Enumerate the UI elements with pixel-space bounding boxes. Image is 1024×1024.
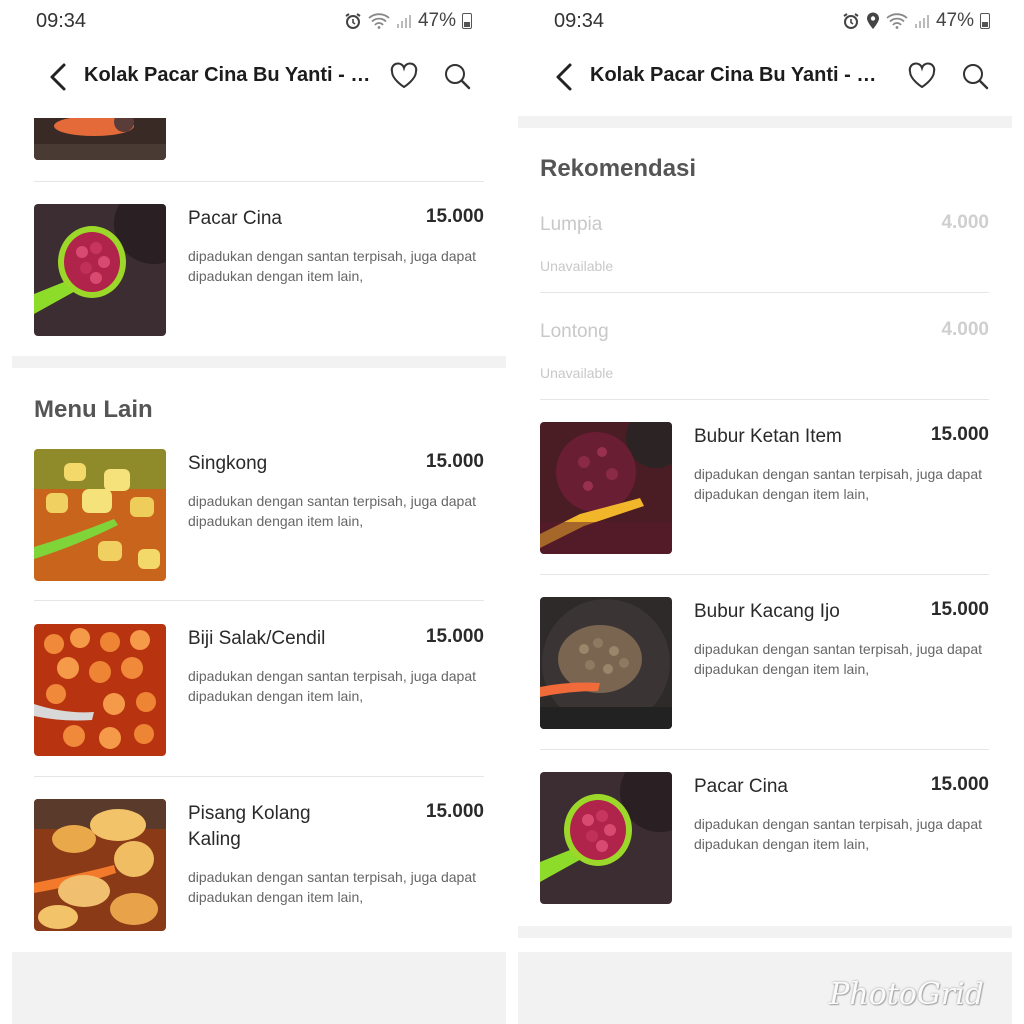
battery-percent: 47% xyxy=(417,10,456,31)
menu-item-lontong: Lontong 4.000 Unavailable xyxy=(540,317,989,381)
section-title-rekomendasi: Rekomendasi xyxy=(540,155,697,182)
item-name: Lumpia xyxy=(540,214,603,235)
item-price: 4.000 xyxy=(941,212,989,233)
item-description: dipadukan dengan santan terpisah, juga d… xyxy=(694,641,983,677)
status-icons: 47% xyxy=(344,10,472,32)
item-divider xyxy=(34,776,484,777)
search-icon[interactable] xyxy=(960,60,990,92)
item-divider xyxy=(34,181,484,182)
item-description: dipadukan dengan santan terpisah, juga d… xyxy=(188,869,477,905)
item-description: dipadukan dengan santan terpisah, juga d… xyxy=(188,493,477,529)
battery-percent: 47% xyxy=(935,10,974,31)
app-bar: Kolak Pacar Cina Bu Yanti - Ta... xyxy=(0,52,506,100)
item-image xyxy=(34,204,166,336)
menu-item-bubur-kacang-ijo[interactable]: Bubur Kacang Ijo 15.000 dipadukan dengan… xyxy=(540,597,989,729)
item-image xyxy=(540,772,672,904)
status-bar: 09:34 47% xyxy=(0,0,506,44)
item-name: Pacar Cina xyxy=(188,208,282,229)
wifi-icon xyxy=(886,13,908,29)
item-price: 15.000 xyxy=(425,206,484,227)
back-arrow-icon[interactable] xyxy=(552,62,578,92)
menu-item-bubur-ketan-item[interactable]: Bubur Ketan Item 15.000 dipadukan dengan… xyxy=(540,422,989,554)
item-price: 15.000 xyxy=(425,626,484,647)
item-name: Bubur Kacang Ijo xyxy=(694,601,840,622)
item-price: 15.000 xyxy=(930,424,989,445)
restaurant-title: Kolak Pacar Cina Bu Yanti - Ta... xyxy=(590,64,880,86)
item-name: Biji Salak/Cendil xyxy=(188,628,326,649)
menu-item-pacar-cina[interactable]: Pacar Cina 15.000 dipadukan dengan santa… xyxy=(540,772,989,904)
restaurant-title: Kolak Pacar Cina Bu Yanti - Ta... xyxy=(84,64,374,86)
search-icon[interactable] xyxy=(442,60,472,92)
item-price: 15.000 xyxy=(425,801,484,822)
item-image xyxy=(34,799,166,931)
item-divider xyxy=(540,749,989,750)
battery-icon xyxy=(980,13,990,29)
alarm-icon xyxy=(345,13,361,29)
menu-item-singkong[interactable]: Singkong 15.000 dipadukan dengan santan … xyxy=(34,449,484,581)
bottom-bar xyxy=(12,952,506,1024)
alarm-icon xyxy=(843,13,859,29)
heart-icon[interactable] xyxy=(906,60,938,92)
signal-icon xyxy=(396,15,411,28)
unavailable-label: Unavailable xyxy=(540,365,614,381)
left-screen: 09:34 47% Kolak Pacar Cina Bu Yanti - Ta… xyxy=(0,0,506,1024)
item-price: 15.000 xyxy=(425,451,484,472)
unavailable-label: Unavailable xyxy=(540,258,614,274)
item-price: 15.000 xyxy=(930,599,989,620)
item-name: Bubur Ketan Item xyxy=(694,426,842,447)
item-name: Pacar Cina xyxy=(694,776,788,797)
right-screen: 09:34 47% Kolak Pacar Cina Bu Yanti - Ta… xyxy=(518,0,1024,1024)
item-image xyxy=(540,422,672,554)
heart-icon[interactable] xyxy=(388,60,420,92)
item-image xyxy=(540,597,672,729)
item-description: dipadukan dengan santan terpisah, juga d… xyxy=(188,248,477,284)
item-divider xyxy=(540,399,989,400)
item-price: 15.000 xyxy=(930,774,989,795)
signal-icon xyxy=(914,15,929,28)
item-description: dipadukan dengan santan terpisah, juga d… xyxy=(694,816,983,852)
menu-item-pacar-cina[interactable]: Pacar Cina 15.000 dipadukan dengan santa… xyxy=(34,204,484,336)
panel-gutter xyxy=(506,0,518,1024)
location-icon xyxy=(866,12,879,29)
item-divider xyxy=(540,574,989,575)
status-icons: 47% xyxy=(842,10,990,32)
status-time: 09:34 xyxy=(36,10,87,32)
partial-item-image xyxy=(34,118,166,160)
item-divider xyxy=(540,292,989,293)
item-description: dipadukan dengan santan terpisah, juga d… xyxy=(188,668,477,704)
photogrid-watermark: PhotoGrid xyxy=(829,977,984,1012)
item-image xyxy=(34,624,166,756)
back-arrow-icon[interactable] xyxy=(46,62,72,92)
status-bar: 09:34 47% xyxy=(518,0,1024,44)
section-title-menu-lain: Menu Lain xyxy=(34,396,153,423)
section-divider xyxy=(518,116,1012,128)
item-image xyxy=(34,449,166,581)
app-bar: Kolak Pacar Cina Bu Yanti - Ta... xyxy=(518,52,1024,100)
menu-item-biji-salak[interactable]: Biji Salak/Cendil 15.000 dipadukan denga… xyxy=(34,624,484,756)
item-divider xyxy=(34,600,484,601)
item-name: Pisang Kolang Kaling xyxy=(188,803,311,850)
menu-item-lumpia: Lumpia 4.000 Unavailable xyxy=(540,210,989,274)
item-price: 4.000 xyxy=(941,319,989,340)
item-description: dipadukan dengan santan terpisah, juga d… xyxy=(694,466,983,502)
wifi-icon xyxy=(368,13,390,29)
item-name: Singkong xyxy=(188,453,268,474)
status-time: 09:34 xyxy=(554,10,605,32)
battery-icon xyxy=(462,13,472,29)
section-divider xyxy=(518,926,1012,938)
section-divider xyxy=(12,356,506,368)
menu-item-pisang-kolang-kaling[interactable]: Pisang Kolang Kaling 15.000 dipadukan de… xyxy=(34,799,484,931)
item-name: Lontong xyxy=(540,321,609,342)
